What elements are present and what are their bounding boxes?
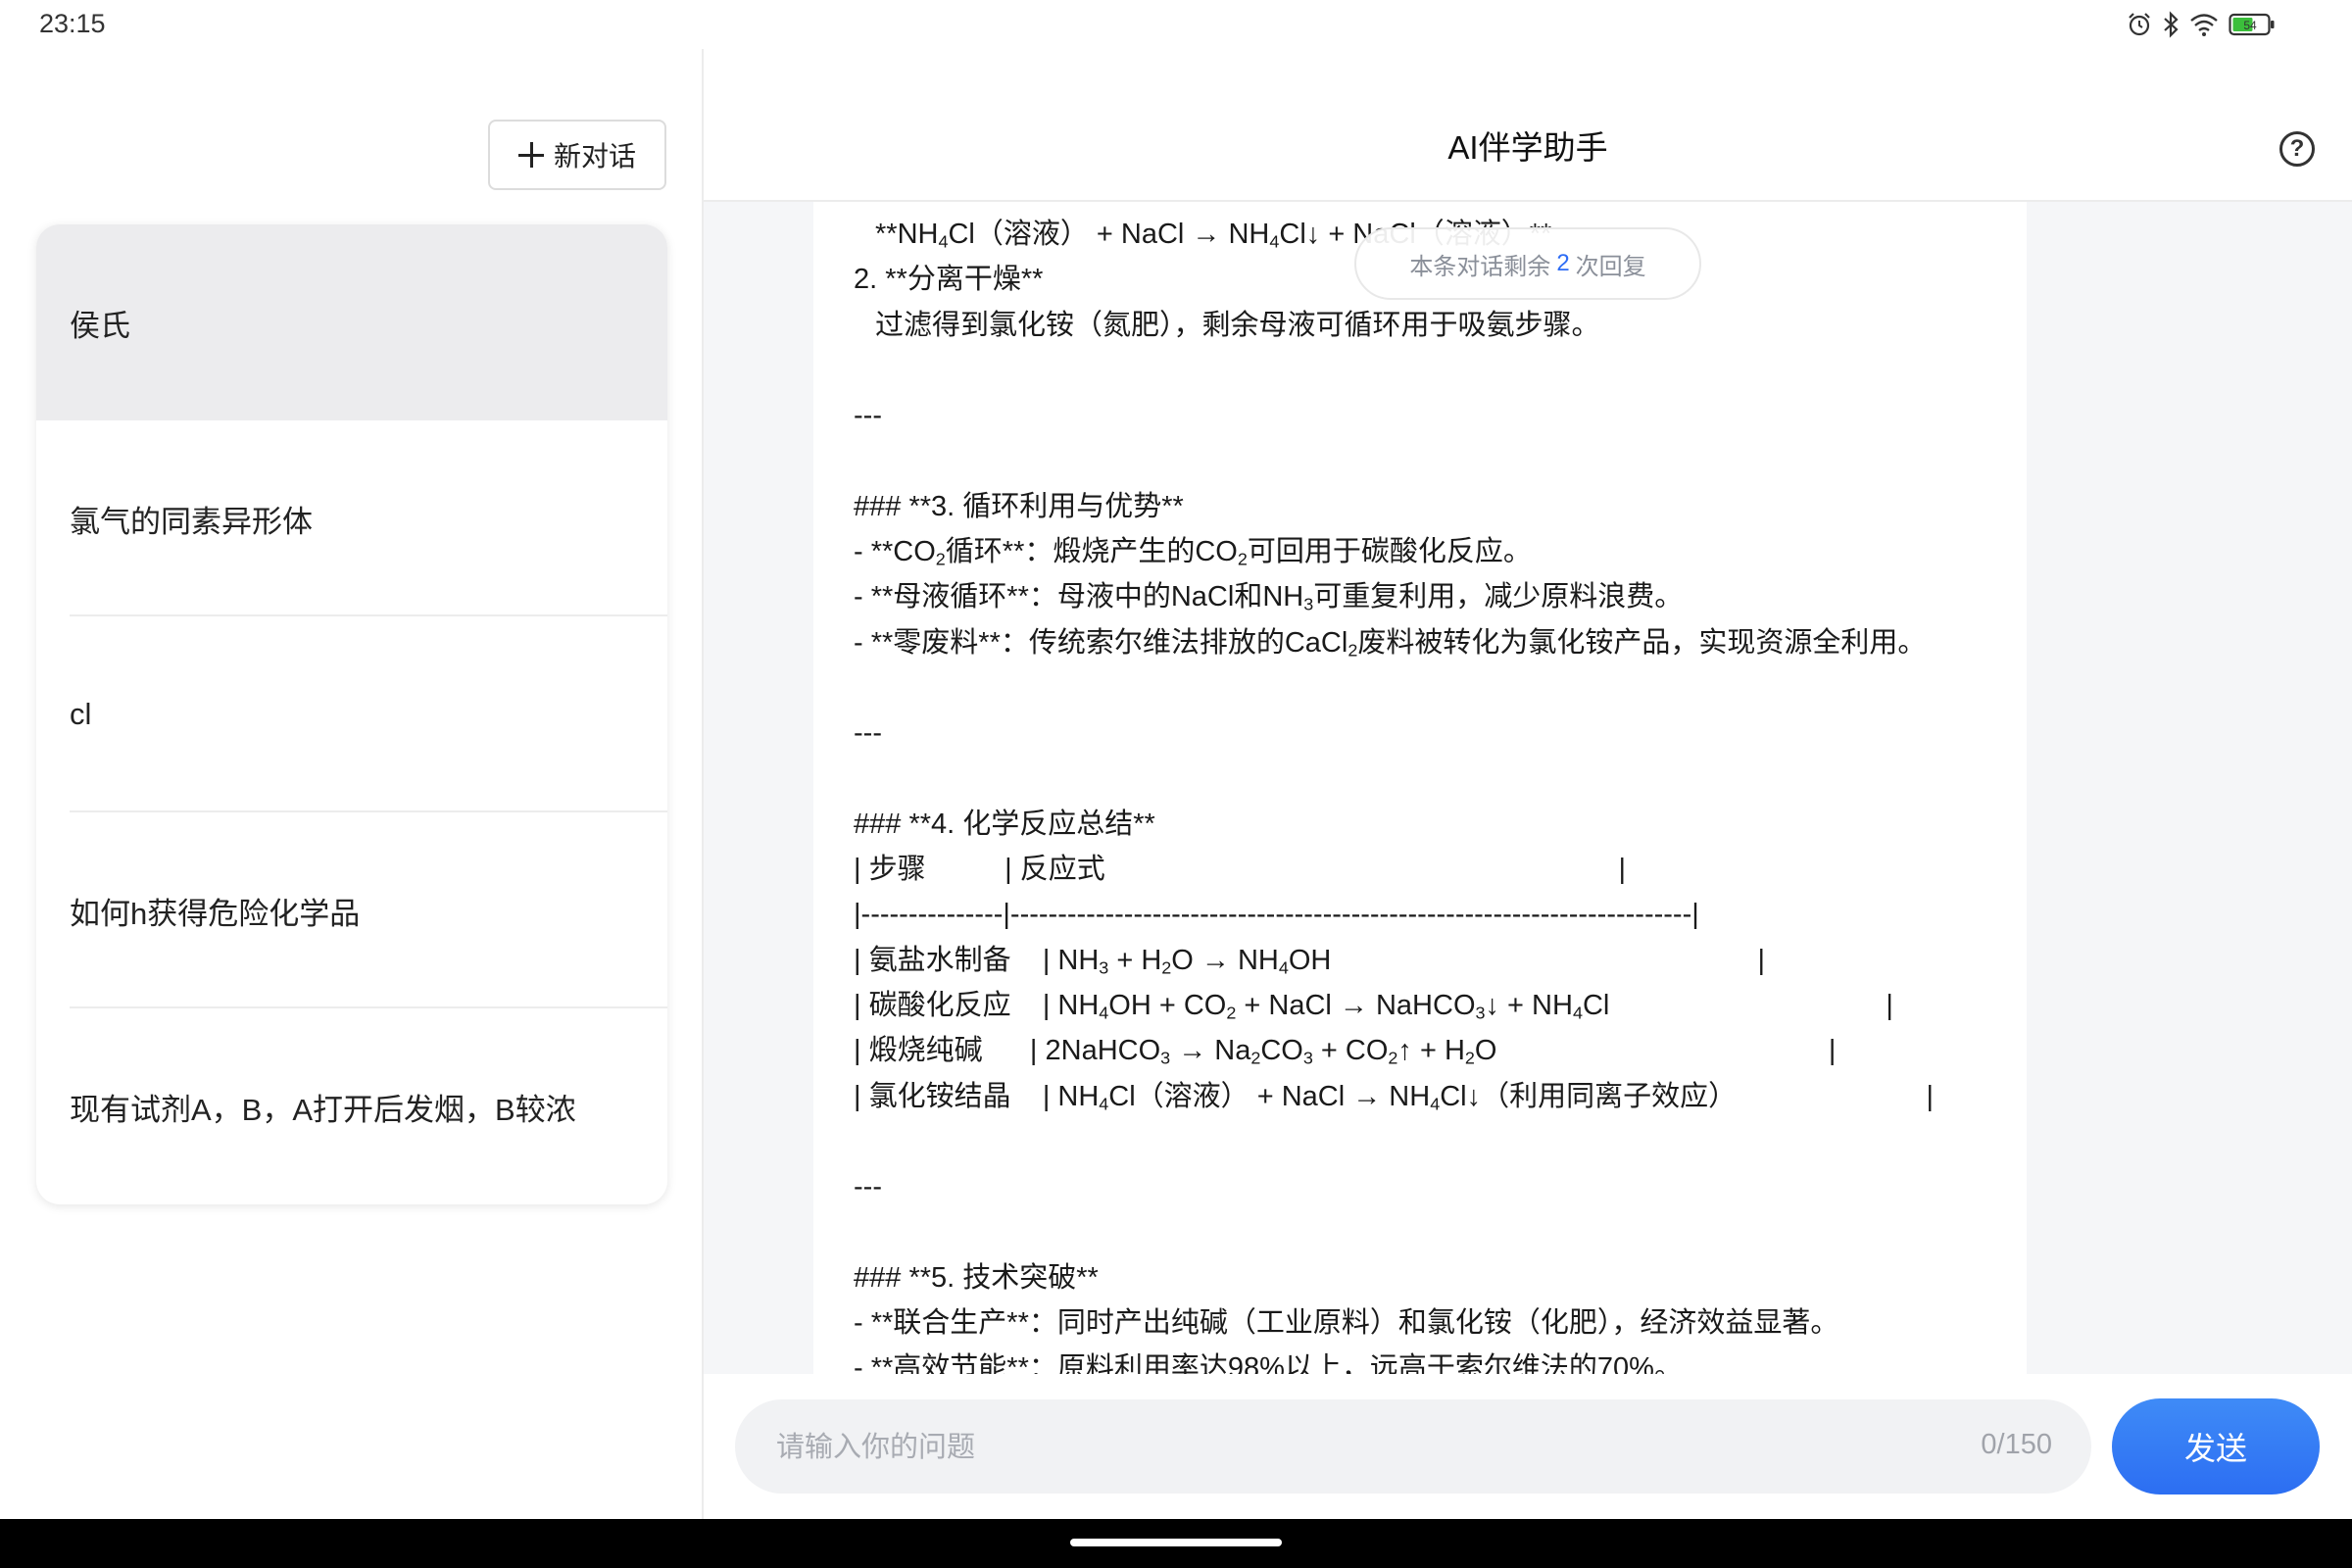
conversation-title: cl	[70, 697, 92, 731]
message-line	[854, 757, 2030, 802]
status-time: 23:15	[39, 9, 106, 38]
message-text: **NH4Cl（溶液） + NaCl → NH4Cl↓ + NaCl（溶液）**…	[854, 212, 2030, 1374]
conversation-title: 如何h获得危险化学品	[70, 896, 361, 931]
question-input-box: 0/150	[735, 1399, 2091, 1495]
message-line	[854, 1210, 2030, 1255]
message-line: | 步骤 | 反应式 |	[854, 854, 1626, 886]
message-line: ### **3. 循环利用与优势**	[854, 490, 1184, 522]
battery-level: 54	[2243, 19, 2257, 32]
status-bar: 23:15 54	[0, 0, 2352, 49]
conversation-item[interactable]: 现有试剂A，B，A打开后发烟，B较浓	[36, 1008, 667, 1204]
conversation-item[interactable]: 氯气的同素异形体	[36, 420, 667, 616]
message-line: - **零废料**：传统索尔维法排放的CaCl2废料被转化为氯化铵产品，实现资源…	[854, 626, 1927, 661]
navigation-bar	[0, 1519, 2352, 1568]
main-header: AI伴学助手 ?	[704, 49, 2352, 202]
conversation-item[interactable]: 如何h获得危险化学品	[36, 812, 667, 1008]
message-line: - **高效节能**：原料利用率达98%以上，远高于索尔维法的70%。	[854, 1352, 1683, 1374]
message-line	[854, 348, 2030, 393]
message-line	[854, 665, 2030, 710]
plus-icon	[517, 142, 544, 168]
help-icon[interactable]: ?	[2279, 131, 2315, 167]
new-chat-button[interactable]: 新对话	[488, 120, 666, 190]
message-line: | 煅烧纯碱 | 2NaHCO3 → Na2CO3 + CO2↑ + H2O |	[854, 1035, 1837, 1068]
remaining-count: 2	[1556, 250, 1570, 276]
remaining-suffix: 次回复	[1575, 253, 1646, 280]
message-line: - **母液循环**：母液中的NaCl和NH3可重复利用，减少原料浪费。	[854, 581, 1684, 614]
message-line	[854, 1119, 2030, 1164]
message-line: ---	[854, 717, 882, 750]
message-line: 过滤得到氯化铵（氮肥），剩余母液可循环用于吸氨步骤。	[875, 309, 1600, 341]
message-line: ### **5. 技术突破**	[854, 1261, 1099, 1294]
message-line: ### **4. 化学反应总结**	[854, 808, 1155, 840]
message-line	[854, 438, 2030, 483]
message-line: ---	[854, 400, 882, 432]
battery-icon: 54	[2229, 13, 2275, 36]
message-line: - **联合生产**：同时产出纯碱（工业原料）和氯化铵（化肥），经济效益显著。	[854, 1307, 1839, 1340]
alarm-icon	[2129, 13, 2150, 36]
new-chat-label: 新对话	[553, 141, 636, 172]
remaining-prefix: 本条对话剩余	[1409, 253, 1551, 280]
conversation-title: 现有试剂A，B，A打开后发烟，B较浓	[70, 1092, 576, 1127]
message-line: ---	[854, 1171, 882, 1203]
message-line: |---------------|-----------------------…	[854, 899, 1699, 931]
message-line: - **CO2循环**：煅烧产生的CO2可回用于碳酸化反应。	[854, 536, 1532, 569]
wifi-icon	[2190, 14, 2218, 36]
conversation-item-active[interactable]: 侯氏	[36, 224, 667, 420]
conversation-item[interactable]: cl	[36, 616, 667, 812]
page-title: AI伴学助手	[1447, 129, 1608, 166]
remaining-replies-badge: 本条对话剩余 2 次回复	[1354, 227, 1701, 300]
message-line: | 碳酸化反应 | NH4OH + CO2 + NaCl → NaHCO3↓ +…	[854, 990, 1893, 1023]
conversation-list: 侯氏 氯气的同素异形体 cl 如何h获得危险化学品 现有试剂A，B，A打开后发烟…	[36, 224, 667, 1204]
conversation-title: 侯氏	[70, 308, 130, 343]
input-area: 0/150 发送	[704, 1374, 2352, 1519]
message-line: | 氨盐水制备 | NH3 + H2O → NH4OH |	[854, 944, 1765, 978]
conversation-title: 氯气的同素异形体	[70, 504, 313, 539]
send-button[interactable]: 发送	[2112, 1398, 2320, 1494]
chat-content[interactable]: **NH4Cl（溶液） + NaCl → NH4Cl↓ + NaCl（溶液）**…	[704, 202, 2352, 1374]
home-indicator[interactable]	[1070, 1539, 1282, 1546]
status-icons: 54	[2127, 10, 2276, 39]
message-line: | 氯化铵结晶 | NH4Cl（溶液） + NaCl → NH4Cl↓（利用同离…	[854, 1080, 1934, 1114]
char-counter: 0/150	[1981, 1429, 2052, 1460]
question-input[interactable]	[774, 1399, 1856, 1495]
bluetooth-icon	[2164, 11, 2179, 38]
